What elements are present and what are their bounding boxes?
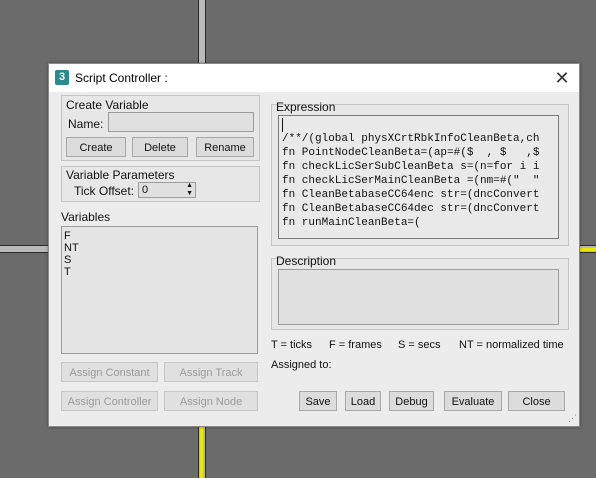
assign-constant-button[interactable]: Assign Constant — [61, 362, 158, 382]
debug-button[interactable]: Debug — [389, 391, 434, 411]
description-label: Description — [276, 254, 337, 268]
expression-line — [282, 118, 555, 132]
expression-label: Expression — [276, 100, 336, 114]
assign-node-button[interactable]: Assign Node — [164, 391, 258, 411]
expression-line: fn checkLicSerMainCleanBeta =(nm=#(" " — [282, 175, 540, 187]
spinner-arrows-icon[interactable]: ▲ ▼ — [186, 182, 193, 198]
rename-button[interactable]: Rename — [196, 137, 254, 157]
close-icon[interactable]: ✕ — [551, 67, 573, 89]
name-label: Name: — [68, 117, 104, 131]
expression-line: fn runMainCleanBeta=( — [282, 217, 421, 229]
variables-label: Variables — [61, 210, 111, 224]
delete-button[interactable]: Delete — [132, 137, 188, 157]
save-button[interactable]: Save — [299, 391, 337, 411]
title-bar[interactable]: 3 Script Controller : ✕ — [49, 64, 579, 92]
assigned-to-label: Assigned to: — [271, 359, 332, 371]
assign-controller-button[interactable]: Assign Controller — [61, 391, 158, 411]
expression-line: fn checkLicSerSubCleanBeta s=(n=for i i — [282, 161, 540, 173]
create-variable-label: Create Variable — [66, 98, 149, 112]
viewport-active-outline-left — [200, 425, 203, 478]
legend-secs: S = secs — [398, 339, 441, 351]
load-button[interactable]: Load — [345, 391, 381, 411]
legend-normalized: NT = normalized time — [459, 339, 564, 351]
create-variable-group: Create Variable Name: Create Delete Rena… — [61, 95, 260, 161]
viewport-active-outline-top — [578, 248, 596, 251]
expression-editor[interactable]: /**/(global physXCrtRbkInfoCleanBeta,ch … — [278, 115, 559, 239]
tick-offset-spinner[interactable]: 0 ▲ ▼ — [138, 182, 196, 198]
script-controller-dialog: 3 Script Controller : ✕ Create Variable … — [48, 63, 580, 427]
expression-line: /**/(global physXCrtRbkInfoCleanBeta,ch — [282, 133, 540, 145]
expression-line: fn CleanBetabaseCC64enc str=(dncConvert — [282, 189, 540, 201]
list-item[interactable]: NT — [64, 242, 255, 254]
assign-track-button[interactable]: Assign Track — [164, 362, 258, 382]
variable-parameters-label: Variable Parameters — [66, 168, 175, 182]
variable-parameters-group: Variable Parameters Tick Offset: 0 ▲ ▼ — [61, 166, 260, 202]
close-button[interactable]: Close — [508, 391, 565, 411]
list-item[interactable]: T — [64, 266, 255, 278]
expression-line: fn CleanBetabaseCC64dec str=(dncConvert — [282, 203, 540, 215]
description-group: Description — [271, 254, 569, 330]
legend-ticks: T = ticks — [271, 339, 313, 351]
name-input[interactable] — [108, 112, 254, 132]
tick-offset-value: 0 — [142, 184, 149, 196]
app-logo-icon: 3 — [55, 70, 69, 85]
window-title: Script Controller : — [75, 71, 168, 85]
variables-list[interactable]: F NT S T — [61, 226, 258, 354]
create-button[interactable]: Create — [66, 137, 126, 157]
list-item[interactable]: F — [64, 230, 255, 242]
list-item[interactable]: S — [64, 254, 255, 266]
expression-group: Expression /**/(global physXCrtRbkInfoCl… — [271, 100, 569, 246]
expression-line: fn PointNodeCleanBeta=(ap=#($ , $ ,$ — [282, 147, 540, 159]
description-field[interactable] — [278, 269, 559, 325]
resize-grip-icon[interactable]: ⋰ — [568, 413, 577, 424]
tick-offset-label: Tick Offset: — [74, 184, 135, 198]
legend-frames: F = frames — [329, 339, 382, 351]
evaluate-button[interactable]: Evaluate — [444, 391, 502, 411]
